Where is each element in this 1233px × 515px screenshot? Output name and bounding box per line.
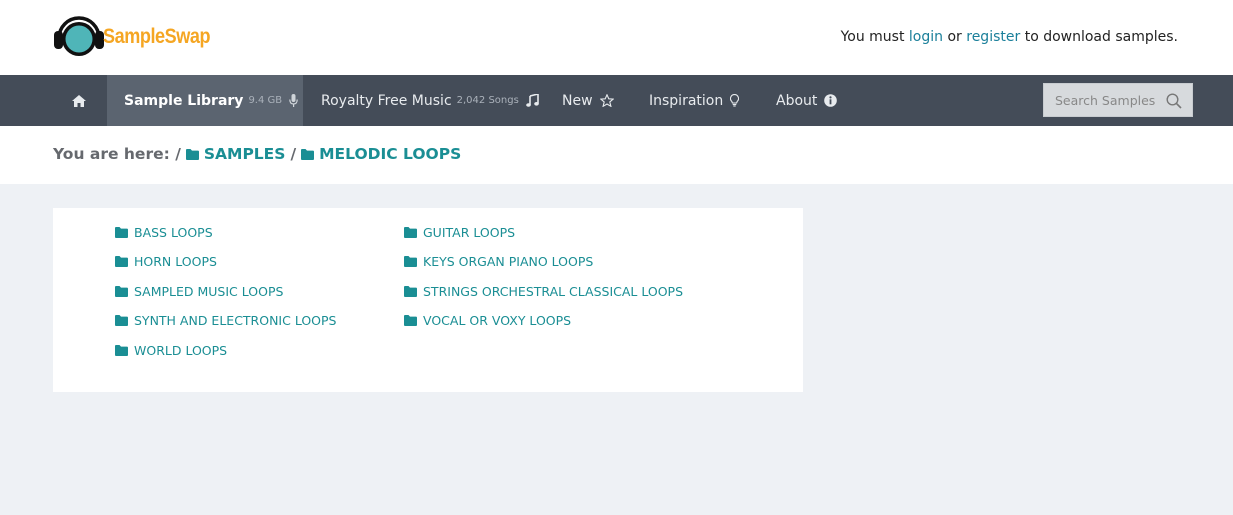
song-count: 2,042 Songs <box>456 95 519 106</box>
auth-suffix: to download samples. <box>1020 29 1178 45</box>
home-icon <box>72 94 86 107</box>
search-icon[interactable] <box>1166 93 1182 109</box>
microphone-icon <box>289 94 298 107</box>
music-note-icon <box>526 94 539 107</box>
auth-prefix: You must <box>840 29 909 45</box>
nav-sample-library[interactable]: Sample Library 9.4 GB <box>107 75 303 126</box>
star-icon <box>599 94 614 107</box>
folder-label: HORN LOOPS <box>134 254 217 269</box>
folder-label: WORLD LOOPS <box>134 343 228 358</box>
breadcrumb-melodic-loops[interactable]: MELODIC LOOPS <box>301 145 461 163</box>
search-input[interactable] <box>1055 92 1165 108</box>
folder-icon <box>115 256 128 267</box>
nav-new-label: New <box>562 92 593 109</box>
search-box[interactable] <box>1043 83 1193 117</box>
folder-icon <box>115 315 128 326</box>
auth-message: You must login or register to download s… <box>841 29 1178 45</box>
folder-icon <box>301 148 315 160</box>
folder-icon <box>115 345 128 356</box>
nav-home[interactable] <box>72 75 86 126</box>
lightbulb-icon <box>730 94 740 107</box>
headphones-logo-icon <box>54 16 104 56</box>
breadcrumb-melodic-loops-label: MELODIC LOOPS <box>319 145 462 163</box>
folder-strings-orchestral-classical-loops[interactable]: STRINGS ORCHESTRAL CLASSICAL LOOPS <box>404 284 683 299</box>
breadcrumb-separator: / <box>290 145 297 163</box>
nav-inspiration[interactable]: Inspiration <box>649 75 740 126</box>
folder-guitar-loops[interactable]: GUITAR LOOPS <box>404 225 515 240</box>
folder-label: SAMPLED MUSIC LOOPS <box>134 284 284 299</box>
auth-mid: or <box>943 29 967 45</box>
folder-world-loops[interactable]: WORLD LOOPS <box>115 343 227 358</box>
nav-about-label: About <box>776 92 818 109</box>
folder-icon <box>404 315 417 326</box>
nav-inspiration-label: Inspiration <box>649 92 724 109</box>
breadcrumb-samples-label: SAMPLES <box>203 145 286 163</box>
breadcrumb: You are here: / SAMPLES / MELODIC LOOPS <box>0 126 1233 184</box>
library-size: 9.4 GB <box>248 95 283 106</box>
nav-sample-library-label: Sample Library <box>124 92 244 109</box>
nav-royalty-free-music[interactable]: Royalty Free Music 2,042 Songs <box>321 75 539 126</box>
breadcrumb-samples[interactable]: SAMPLES <box>185 145 286 163</box>
folder-bass-loops[interactable]: BASS LOOPS <box>115 225 213 240</box>
site-header: SampleSwap You must login or register to… <box>0 0 1233 75</box>
register-link[interactable]: register <box>966 29 1020 45</box>
folder-icon <box>404 256 417 267</box>
folder-panel: BASS LOOPS GUITAR LOOPS HORN LOOPS KEYS … <box>53 208 803 392</box>
folder-sampled-music-loops[interactable]: SAMPLED MUSIC LOOPS <box>115 284 283 299</box>
nav-royalty-label: Royalty Free Music <box>321 92 452 109</box>
login-link[interactable]: login <box>909 29 943 45</box>
main-content: BASS LOOPS GUITAR LOOPS HORN LOOPS KEYS … <box>0 184 1233 515</box>
main-nav: Sample Library 9.4 GB Royalty Free Music… <box>0 75 1233 126</box>
nav-about[interactable]: About <box>776 75 838 126</box>
folder-icon <box>115 227 128 238</box>
folder-icon <box>115 286 128 297</box>
folder-icon <box>185 148 199 160</box>
folder-horn-loops[interactable]: HORN LOOPS <box>115 254 217 269</box>
folder-label: GUITAR LOOPS <box>423 225 516 240</box>
folder-keys-organ-piano-loops[interactable]: KEYS ORGAN PIANO LOOPS <box>404 254 593 269</box>
folder-vocal-or-voxy-loops[interactable]: VOCAL OR VOXY LOOPS <box>404 313 571 328</box>
folder-icon <box>404 286 417 297</box>
site-logo[interactable]: SampleSwap <box>53 14 228 60</box>
folder-label: BASS LOOPS <box>134 225 213 240</box>
folder-icon <box>404 227 417 238</box>
logo-text: SampleSwap <box>103 25 211 48</box>
folder-label: VOCAL OR VOXY LOOPS <box>423 313 572 328</box>
info-icon <box>824 94 838 107</box>
folder-synth-and-electronic-loops[interactable]: SYNTH AND ELECTRONIC LOOPS <box>115 313 336 328</box>
folder-label: KEYS ORGAN PIANO LOOPS <box>423 254 594 269</box>
folder-label: STRINGS ORCHESTRAL CLASSICAL LOOPS <box>423 284 684 299</box>
folder-label: SYNTH AND ELECTRONIC LOOPS <box>134 313 337 328</box>
breadcrumb-prefix: You are here: / <box>53 145 181 163</box>
nav-new[interactable]: New <box>562 75 614 126</box>
